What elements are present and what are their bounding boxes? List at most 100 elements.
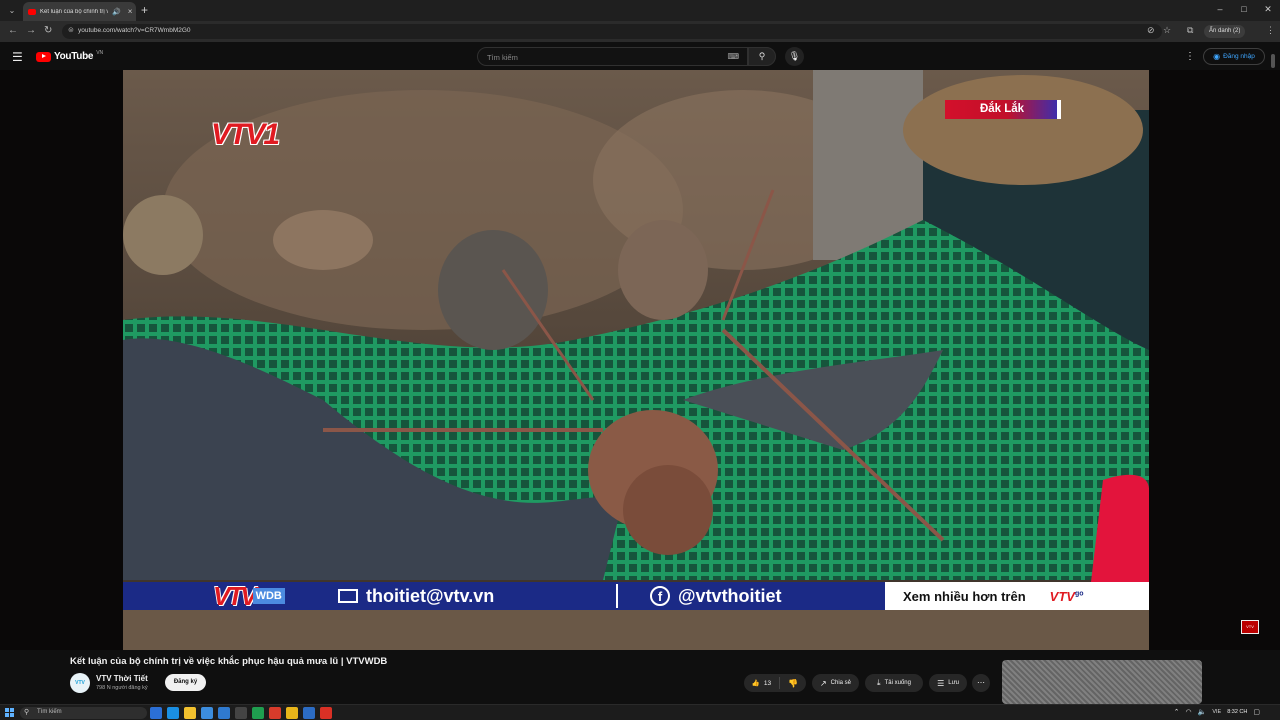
download-icon: ⤓ (877, 678, 881, 687)
close-tab-icon[interactable]: × (128, 7, 133, 16)
share-icon: ↗ (819, 678, 827, 688)
chrome-active-icon[interactable] (320, 707, 332, 719)
url-text: youtube.com/watch?v=CR7WmbM2G0 (78, 27, 191, 34)
new-tab-icon[interactable]: + (141, 3, 148, 17)
browser-tab-strip: ⌄ Kết luận của bộ chính trị về 🔊 × + – □… (0, 0, 1280, 21)
reload-icon[interactable]: ↻ (44, 25, 52, 36)
ticker-vtvgo-promo: Xem nhiều hơn trên VTVgo (885, 582, 1149, 610)
mail-icon[interactable] (201, 707, 213, 719)
file-explorer-icon[interactable] (184, 707, 196, 719)
wdb-logo-text: WDB (252, 588, 285, 604)
download-label: Tải xuống (884, 680, 911, 686)
bookmark-star-icon[interactable]: ☆ (1163, 25, 1171, 36)
ticker-facebook-text: @vtvthoitiet (678, 585, 782, 606)
ticker-email: thoitiet@vtv.vn (338, 582, 494, 610)
vtvgo-logo: VTVgo (1050, 589, 1084, 604)
site-info-icon[interactable]: ⊜ (68, 26, 74, 34)
incognito-profile-chip[interactable]: Ẩn danh (2) (1204, 25, 1246, 38)
save-button[interactable]: ☰ Lưu (929, 674, 967, 692)
store-icon[interactable] (218, 707, 230, 719)
start-windows-icon[interactable] (5, 708, 14, 717)
video-scene-lobsters-in-net (123, 70, 1149, 650)
system-clock[interactable]: 8:32 CH (1227, 709, 1247, 715)
vtvgo-logo-text: VTV (1049, 588, 1075, 604)
wifi-icon[interactable]: ◠ (1185, 708, 1191, 716)
url-omnibox[interactable]: ⊜ youtube.com/watch?v=CR7WmbM2G0 (62, 24, 1162, 39)
like-button[interactable]: 👍 13 (744, 677, 780, 689)
app-icon[interactable] (269, 707, 281, 719)
search-button[interactable]: ⚲ (748, 47, 776, 66)
volume-icon[interactable]: 🔈 (1198, 708, 1207, 716)
system-tray: ⌃ ◠ 🔈 VIE 8:32 CH ▢ (1174, 708, 1260, 716)
youtube-header: ☰ YouTube VN Tìm kiếm ⌨ ⚲ 🎙 ⋮ ◉ Đăng nhậ… (0, 42, 1280, 70)
like-count: 13 (763, 679, 772, 687)
like-dislike-group: 👍 13 👎 (744, 674, 806, 692)
notification-icon[interactable]: ▢ (1253, 708, 1260, 716)
close-window-icon[interactable]: ✕ (1256, 0, 1280, 18)
dislike-button[interactable]: 👎 (780, 679, 806, 688)
tab-search-icon[interactable]: ⌄ (5, 4, 19, 17)
country-code: VN (96, 50, 104, 56)
taskbar-search-icon: ⚲ (24, 709, 30, 716)
forward-icon[interactable]: → (26, 25, 36, 36)
window-controls: – □ ✕ (1208, 0, 1280, 18)
related-video-thumbnail[interactable] (1002, 660, 1202, 704)
edge-browser-icon[interactable] (167, 707, 179, 719)
channel-name[interactable]: VTV Thời Tiết (96, 674, 148, 683)
zalo-icon[interactable] (303, 707, 315, 719)
download-button[interactable]: ⤓ Tải xuống (865, 674, 923, 692)
sign-in-button[interactable]: ◉ Đăng nhập (1203, 48, 1265, 65)
vtv-logo-text: VTV (213, 580, 258, 611)
audio-playing-icon[interactable]: 🔊 (112, 8, 121, 16)
tray-chevron-up-icon[interactable]: ⌃ (1174, 708, 1180, 716)
taskbar-search-input[interactable]: ⚲ Tìm kiếm (20, 707, 147, 719)
minimize-icon[interactable]: – (1208, 0, 1232, 18)
search-icon: ⚲ (758, 51, 766, 61)
address-bar-row: ← → ↻ ⊜ youtube.com/watch?v=CR7WmbM2G0 ⊘… (0, 21, 1280, 42)
search-placeholder: Tìm kiếm (487, 53, 518, 62)
video-info: Kết luận của bộ chính trị về việc khắc p… (0, 650, 1280, 704)
browser-tab-active[interactable]: Kết luận của bộ chính trị về 🔊 × (23, 2, 136, 21)
share-label: Chia sẻ (830, 680, 852, 686)
eye-off-icon[interactable]: ⊘ (1147, 25, 1155, 36)
thumbs-down-icon: 👎 (788, 678, 798, 688)
youtube-favicon-icon (28, 8, 36, 15)
location-tag: Đắk Lắk (945, 100, 1061, 119)
more-actions-button[interactable]: ⋯ (972, 674, 990, 692)
settings-more-icon[interactable]: ⋮ (1185, 51, 1195, 62)
tab-title: Kết luận của bộ chính trị về (40, 8, 108, 15)
ticker-more-text: Xem nhiều hơn trên (903, 588, 1026, 604)
video-player[interactable]: VTV1 Đắk Lắk VTV WDB thoitiet@vtv.vn f @… (0, 70, 1280, 650)
keyboard-icon[interactable]: ⌨ (727, 52, 739, 61)
youtube-logo[interactable]: YouTube VN (36, 50, 104, 62)
browser-menu-icon[interactable]: ⋮ (1266, 25, 1275, 36)
subscriber-count: 798 N người đăng ký (96, 685, 148, 691)
save-label: Lưu (948, 680, 959, 686)
sign-in-label: Đăng nhập (1223, 53, 1255, 60)
maximize-icon[interactable]: □ (1232, 0, 1256, 18)
vtvwdb-logo: VTV WDB (213, 580, 313, 611)
ticker-facebook: f @vtvthoitiet (650, 582, 782, 610)
guide-menu-icon[interactable]: ☰ (12, 50, 23, 64)
video-frame[interactable]: VTV1 Đắk Lắk VTV WDB thoitiet@vtv.vn f @… (123, 70, 1149, 650)
settings-app-icon[interactable] (235, 707, 247, 719)
envelope-icon (338, 589, 358, 603)
channel-avatar[interactable]: VTV (70, 673, 90, 693)
channel-watermark-icon[interactable]: VTV (1241, 620, 1259, 634)
search-input[interactable]: Tìm kiếm ⌨ (477, 47, 748, 66)
ticker-divider (616, 584, 618, 608)
voice-search-button[interactable]: 🎙 (785, 47, 804, 66)
account-circle-icon: ◉ (1213, 52, 1221, 61)
thumbs-up-icon: 👍 (751, 680, 760, 687)
extensions-icon[interactable]: ⧉ (1187, 25, 1193, 36)
back-icon[interactable]: ← (8, 25, 18, 36)
microphone-icon: 🎙 (788, 51, 801, 61)
input-language[interactable]: VIE (1212, 709, 1221, 715)
news-ticker-bar: VTV WDB thoitiet@vtv.vn f @vtvthoitiet X… (123, 580, 1149, 611)
excel-icon[interactable] (252, 707, 264, 719)
subscribe-button[interactable]: Đăng ký (165, 674, 206, 691)
task-view-icon[interactable] (150, 707, 162, 719)
chrome-icon[interactable] (286, 707, 298, 719)
ticker-email-text: thoitiet@vtv.vn (366, 585, 495, 606)
share-button[interactable]: ↗ Chia sẻ (812, 674, 859, 692)
